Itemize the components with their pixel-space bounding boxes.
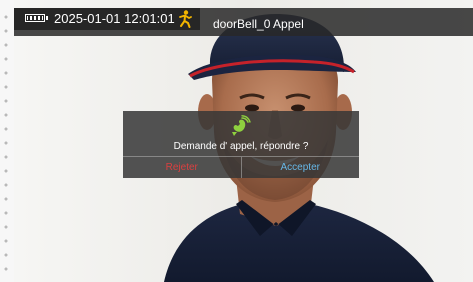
status-info-panel: 2025-01-01 12:01:01 — [14, 8, 200, 30]
dialog-button-row: Rejeter Accepter — [123, 156, 359, 178]
incoming-call-dialog: Demande d' appel, répondre ? Rejeter Acc… — [123, 111, 359, 178]
accept-button[interactable]: Accepter — [242, 157, 360, 178]
page-title: doorBell_0 Appel — [213, 17, 304, 31]
dotted-border — [4, 10, 8, 278]
reject-button[interactable]: Rejeter — [123, 157, 242, 178]
left-edge-strip — [0, 0, 14, 282]
battery-icon — [25, 14, 48, 22]
doorbell-screen: 2025-01-01 12:01:01 doorBell_0 Appel Dem… — [0, 0, 473, 282]
datetime-label: 2025-01-01 12:01:01 — [54, 11, 175, 26]
phone-ringing-icon — [232, 115, 251, 136]
status-bar: 2025-01-01 12:01:01 doorBell_0 Appel — [14, 8, 473, 36]
dialog-message: Demande d' appel, répondre ? — [173, 141, 309, 152]
person-walking-icon — [179, 10, 192, 28]
